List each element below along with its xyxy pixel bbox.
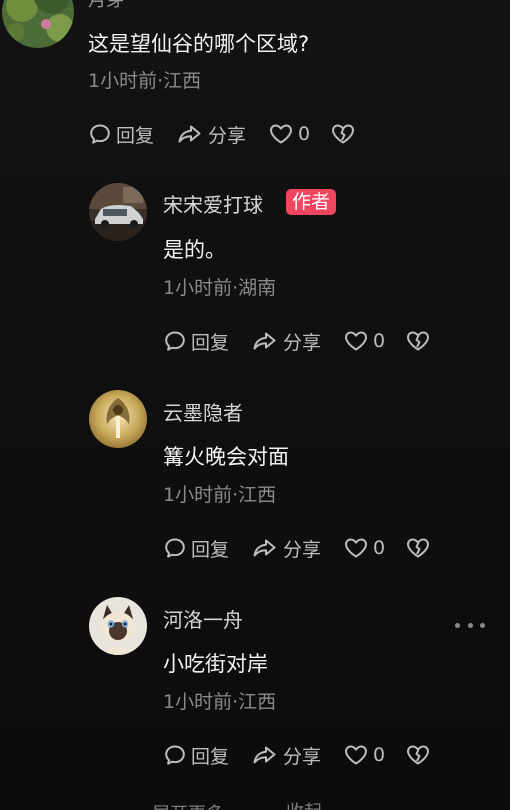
share-arrow-icon <box>178 125 201 143</box>
reply-button[interactable]: 回复 <box>163 328 229 355</box>
comment-bubble-icon <box>165 538 185 558</box>
comment-meta: 1小时前·湖南 <box>163 277 277 299</box>
like-button[interactable]: 0 <box>343 743 385 767</box>
avatar-yunmo[interactable] <box>89 390 147 448</box>
heart-icon <box>345 331 368 351</box>
collapse-link[interactable]: 收起 <box>286 798 322 810</box>
broken-heart-icon <box>407 538 430 558</box>
reply-button[interactable]: 回复 <box>163 742 229 769</box>
comment-actions: 回复 分享 0 <box>163 740 431 770</box>
more-dots-icon <box>467 622 473 628</box>
share-arrow-icon <box>253 746 276 764</box>
share-button[interactable]: 分享 <box>251 742 321 769</box>
comment-meta: 1小时前·江西 <box>88 70 202 92</box>
reply-button[interactable]: 回复 <box>163 535 229 562</box>
like-count: 0 <box>373 537 386 559</box>
dislike-button[interactable] <box>405 329 431 353</box>
more-dots-icon <box>480 622 485 628</box>
username-top-partial: 月芽 <box>88 0 124 11</box>
more-dots-icon <box>455 622 460 628</box>
heart-icon <box>345 745 368 765</box>
comment-actions: 回复 分享 0 <box>163 533 431 563</box>
like-count: 0 <box>373 744 386 766</box>
reply-label: 回复 <box>191 331 230 354</box>
comment-bubble-icon <box>165 745 185 765</box>
reply-button[interactable]: 回复 <box>88 121 154 148</box>
like-count: 0 <box>298 123 311 145</box>
avatar-songsong[interactable] <box>89 183 147 241</box>
reply-label: 回复 <box>116 124 155 147</box>
expand-more-link[interactable]: 展开更多 <box>152 800 224 810</box>
username[interactable]: 宋宋爱打球 <box>163 189 263 218</box>
more-options-button[interactable] <box>455 618 485 632</box>
broken-heart-icon <box>332 124 355 144</box>
avatar-top-comment[interactable] <box>2 0 74 48</box>
avatar-heluo[interactable] <box>89 597 147 655</box>
comment-text: 篝火晚会对面 <box>163 445 289 469</box>
dislike-button[interactable] <box>330 122 356 146</box>
comment-thread: 月芽 这是望仙谷的哪个区域? 1小时前·江西 回复 分享 0 宋宋爱打球 作者 … <box>0 0 510 810</box>
share-arrow-icon <box>253 539 276 557</box>
comment-actions: 回复 分享 0 <box>88 119 356 149</box>
broken-heart-icon <box>407 331 430 351</box>
comment-meta: 1小时前·江西 <box>163 484 277 506</box>
comment-meta: 1小时前·江西 <box>163 691 277 713</box>
heart-icon <box>270 124 293 144</box>
comment-text: 是的。 <box>163 238 226 262</box>
share-button[interactable]: 分享 <box>251 328 321 355</box>
dislike-button[interactable] <box>405 536 431 560</box>
comment-bubble-icon <box>90 124 110 144</box>
comment-bubble-icon <box>165 331 185 351</box>
heart-icon <box>345 538 368 558</box>
comment-actions: 回复 分享 0 <box>163 326 431 356</box>
share-arrow-icon <box>253 332 276 350</box>
share-label: 分享 <box>283 331 322 354</box>
username[interactable]: 云墨隐者 <box>163 397 243 426</box>
share-button[interactable]: 分享 <box>176 121 246 148</box>
like-count: 0 <box>373 330 386 352</box>
like-button[interactable]: 0 <box>343 329 385 353</box>
author-badge: 作者 <box>286 189 337 215</box>
reply-label: 回复 <box>191 745 230 768</box>
like-button[interactable]: 0 <box>268 122 310 146</box>
username[interactable]: 河洛一舟 <box>163 604 243 633</box>
like-button[interactable]: 0 <box>343 536 385 560</box>
broken-heart-icon <box>407 745 430 765</box>
reply-label: 回复 <box>191 538 230 561</box>
share-label: 分享 <box>283 745 322 768</box>
comment-text: 小吃街对岸 <box>163 652 268 676</box>
comment-text: 这是望仙谷的哪个区域? <box>88 32 310 56</box>
share-label: 分享 <box>283 538 322 561</box>
share-button[interactable]: 分享 <box>251 535 321 562</box>
share-label: 分享 <box>208 124 247 147</box>
dislike-button[interactable] <box>405 743 431 767</box>
